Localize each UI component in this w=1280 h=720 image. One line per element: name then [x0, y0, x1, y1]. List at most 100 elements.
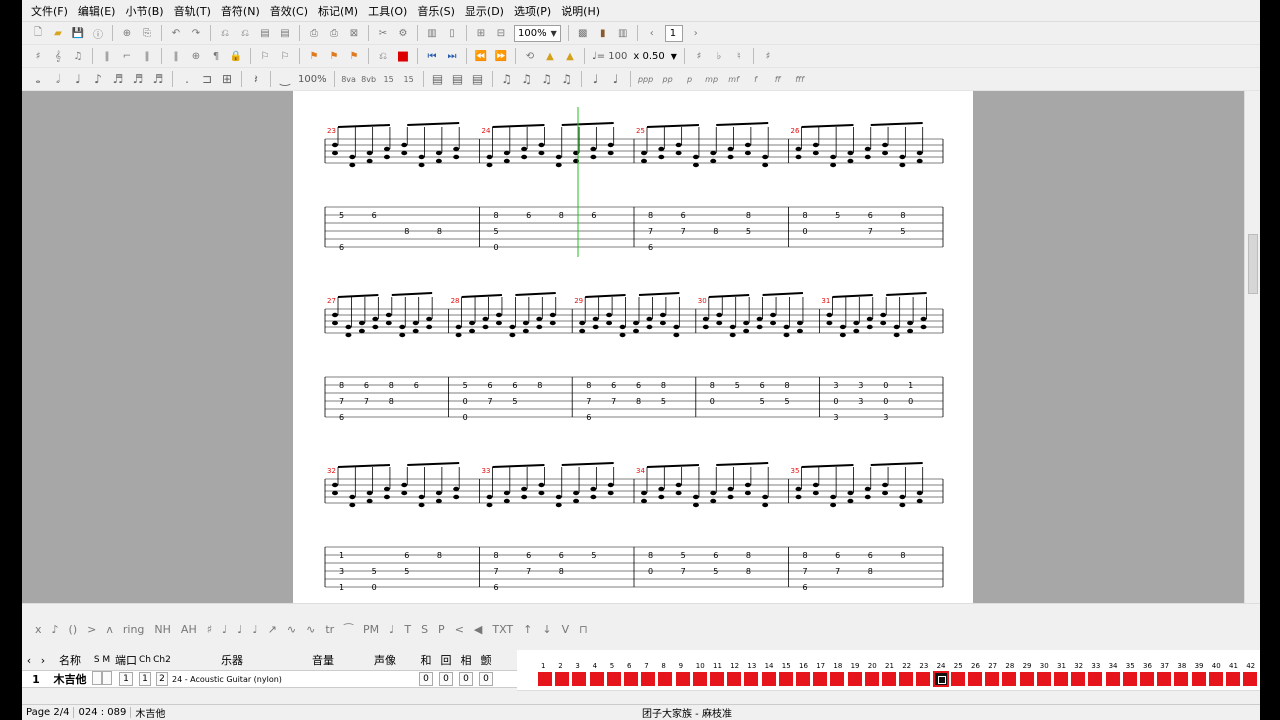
tools-icon[interactable]: ✂ [373, 24, 393, 42]
timeline-measure-cell[interactable] [898, 671, 915, 687]
triplet-feel-icon[interactable]: ♫ [68, 47, 88, 65]
effect-button-24[interactable]: TXT [492, 623, 513, 636]
tie-group-icon[interactable]: ⊞ [217, 70, 237, 88]
effect-button-25[interactable]: ↑ [523, 623, 532, 636]
prev-track-icon[interactable]: ‹ [22, 654, 36, 667]
timeline-measure-cell[interactable] [1242, 671, 1259, 687]
menu-item-8[interactable]: 音乐(S) [412, 3, 460, 19]
properties-icon[interactable]: ⓘ [88, 24, 108, 42]
effect-button-9[interactable]: ♩ [222, 623, 227, 636]
timeline-measure-cell[interactable] [829, 671, 846, 687]
track-ch[interactable]: 1 [138, 672, 152, 686]
dynamic-fff-button[interactable]: fff [789, 70, 811, 88]
track-chorus[interactable]: 0 [416, 672, 436, 686]
effect-button-15[interactable]: tr [325, 623, 334, 636]
timeline-measure-cell[interactable] [863, 671, 880, 687]
repeat-close-icon[interactable]: ‖ [137, 47, 157, 65]
timeline-measure-cell[interactable] [691, 671, 708, 687]
octave-down-icon[interactable]: 8vb [359, 70, 379, 88]
effect-button-27[interactable]: V [562, 623, 570, 636]
timeline-measure-cell[interactable] [588, 671, 605, 687]
menu-item-11[interactable]: 说明(H) [556, 3, 605, 19]
track-reverb[interactable]: 0 [436, 672, 456, 686]
timeline-measure-cell[interactable] [795, 671, 811, 687]
timeline-measure-cell[interactable] [571, 671, 588, 687]
track-port[interactable]: 1 [114, 672, 138, 686]
timeline-measure-cell[interactable] [932, 671, 949, 687]
half-note-icon[interactable]: 𝅗𝅥 [48, 70, 68, 88]
screen-view-icon[interactable]: ▯ [442, 24, 462, 42]
effect-button-8[interactable]: ♯ [207, 623, 212, 636]
notation-canvas[interactable]: 23 5 6 8 8 6 24 8 6 8 6 5 0 25 8 6 8 7 7 8 5 6 26 8 5 6 8 0 7 5 27 8 6 8 6… [293, 91, 973, 603]
transpose-down-icon[interactable]: ♭ [709, 47, 729, 65]
effect-button-19[interactable]: T [404, 623, 411, 636]
timeline-measure-cell[interactable] [1121, 671, 1138, 687]
double-bar-icon[interactable]: ‖ [166, 47, 186, 65]
effect-button-11[interactable]: ♩ [252, 623, 257, 636]
timeline-measure-cells[interactable] [517, 670, 1260, 688]
fretboard-icon[interactable]: ▮ [593, 24, 613, 42]
timeline-measure-cell[interactable] [812, 671, 829, 687]
timeline-measure-cell[interactable] [1087, 671, 1104, 687]
layout-a-icon[interactable]: ▤ [428, 70, 448, 88]
rewind-icon[interactable]: ⏪ [471, 47, 491, 65]
layout-c-icon[interactable]: ▤ [468, 70, 488, 88]
effect-button-13[interactable]: ∿ [287, 623, 296, 636]
timeline-measure-cell[interactable] [760, 671, 777, 687]
timeline-measure-cell[interactable] [709, 671, 725, 687]
timeline-measure-cell[interactable] [623, 671, 639, 687]
score-page[interactable]: 23 5 6 8 8 6 24 8 6 8 6 5 0 25 8 6 8 7 7 8 5 6 26 8 5 6 8 0 7 5 27 8 6 8 6… [293, 91, 973, 603]
page-select[interactable]: 1 [664, 24, 683, 42]
countdown-icon[interactable]: ▲ [540, 47, 560, 65]
rest-icon[interactable]: 𝄽 [246, 70, 266, 88]
menu-item-7[interactable]: 工具(O) [363, 3, 412, 19]
first-bar-icon[interactable]: ⏮ [422, 47, 442, 65]
timeline-measure-cell[interactable] [1104, 671, 1121, 687]
print-icon[interactable]: ⎙ [304, 24, 324, 42]
timeline-measure-cell[interactable] [726, 671, 743, 687]
redo-icon[interactable]: ↷ [186, 24, 206, 42]
open-file-icon[interactable]: ▰ [48, 24, 68, 42]
segno-icon[interactable]: ¶ [206, 47, 226, 65]
whole-note-icon[interactable]: 𝅝 [28, 70, 48, 88]
sixty-fourth-note-icon[interactable]: ♬ [148, 70, 168, 88]
guitar-icon[interactable]: ▩ [573, 24, 593, 42]
measure-timeline[interactable]: 1 2 3 4 5 6 7 8 9 10 11 12 13 14 15 16 17 18 19 20 21 22 23 24 2… [517, 650, 1260, 690]
thirty-second-note-icon[interactable]: ♬ [128, 70, 148, 88]
time-signature-icon[interactable]: 𝄞 [48, 47, 68, 65]
prev-page-icon[interactable]: ‹ [642, 24, 662, 42]
timeline-measure-cell[interactable] [743, 671, 760, 687]
cut-icon[interactable]: ⊕ [117, 24, 137, 42]
effect-button-7[interactable]: AH [181, 623, 197, 636]
horizontal-scrollbar[interactable] [22, 603, 1260, 615]
flip-stem-icon[interactable]: ♩ [606, 70, 626, 88]
track-phase[interactable]: 0 [456, 672, 476, 686]
sixteenth-note-icon[interactable]: ♬ [108, 70, 128, 88]
menu-item-5[interactable]: 音效(C) [265, 3, 313, 19]
timeline-measure-cell[interactable] [1053, 671, 1069, 687]
new-file-icon[interactable]: 🗋 [28, 24, 48, 42]
piano-icon[interactable]: ▥ [613, 24, 633, 42]
timeline-measure-cell[interactable] [1173, 671, 1190, 687]
key-signature-icon[interactable]: ♯ [28, 47, 48, 65]
fifteen-mb-icon[interactable]: 15 [399, 70, 419, 88]
effect-button-20[interactable]: S [421, 623, 428, 636]
settings-icon[interactable]: ⚙ [393, 24, 413, 42]
delete-track-icon[interactable]: ▤ [275, 24, 295, 42]
timeline-measure-cell[interactable] [1190, 671, 1207, 687]
next-page-icon[interactable]: › [686, 24, 706, 42]
timeline-measure-cell[interactable] [674, 671, 691, 687]
dynamic-mf-button[interactable]: mf [723, 70, 745, 88]
menu-item-0[interactable]: 文件(F) [26, 3, 73, 19]
effect-button-10[interactable]: ♩ [237, 623, 242, 636]
timeline-measure-cell[interactable] [537, 671, 553, 687]
undo-icon[interactable]: ↶ [166, 24, 186, 42]
timeline-measure-cell[interactable] [640, 671, 657, 687]
dynamic-f-button[interactable]: f [745, 70, 767, 88]
menu-item-1[interactable]: 编辑(E) [73, 3, 121, 19]
fit-width-icon[interactable]: ⊞ [471, 24, 491, 42]
dynamic-ff-button[interactable]: ff [767, 70, 789, 88]
effect-button-2[interactable]: () [69, 623, 78, 636]
octave-up-icon[interactable]: 8va [339, 70, 359, 88]
timeline-measure-cell[interactable] [1139, 671, 1155, 687]
